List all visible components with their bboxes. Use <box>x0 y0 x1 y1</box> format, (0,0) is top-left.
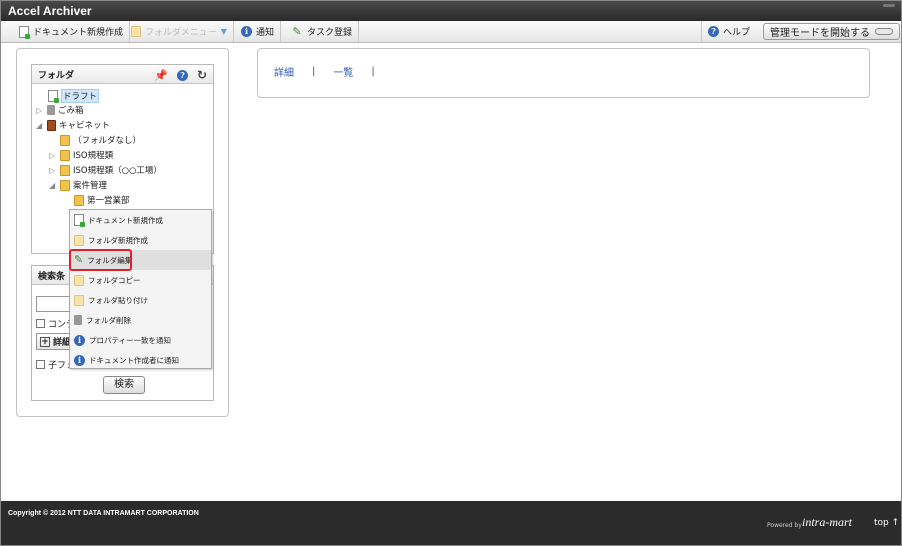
folder-context-menu: ドキュメント新規作成 フォルダ新規作成 ✎ フォルダ編集 フォルダコピー フォル… <box>69 209 212 369</box>
window-handle-icon[interactable] <box>883 4 895 7</box>
expand-arrow-icon[interactable]: ▷ <box>36 106 44 115</box>
info-icon: i <box>74 354 85 366</box>
pencil-icon: ✎ <box>292 24 302 38</box>
menu-item-copy-folder[interactable]: フォルダコピー <box>70 270 211 290</box>
pin-icon[interactable]: 📌 <box>154 69 168 82</box>
help-button[interactable]: ? ヘルプ <box>701 21 756 42</box>
folder-icon <box>60 149 70 161</box>
pencil-icon: ✎ <box>74 253 84 266</box>
back-to-top-link[interactable]: top ↑ <box>874 518 899 528</box>
collapse-arrow-icon[interactable]: ◢ <box>49 181 57 190</box>
menu-item-delete-folder[interactable]: フォルダ削除 <box>70 310 211 330</box>
chevron-down-icon: ▼ <box>220 27 227 36</box>
new-document-icon <box>19 25 30 39</box>
tree-node-iso[interactable]: ▷ ISO規程類 <box>49 149 113 161</box>
app-title: Accel Archiver <box>8 4 92 18</box>
admin-mode-button[interactable]: 管理モードを開始する <box>763 23 900 40</box>
menu-item-new-folder[interactable]: フォルダ新規作成 <box>70 230 211 250</box>
trash-icon <box>47 105 55 115</box>
tree-node-case-management[interactable]: ◢ 案件管理 <box>49 179 107 191</box>
refresh-icon[interactable]: ↻ <box>197 68 207 82</box>
view-separator: | <box>312 66 316 77</box>
folder-menu-button[interactable]: フォルダメニュー ▼ <box>125 21 234 42</box>
trash-icon <box>74 315 82 325</box>
info-icon: i <box>74 334 85 346</box>
cabinet-icon <box>47 119 56 131</box>
content-checkbox[interactable] <box>36 319 45 328</box>
list-view-link[interactable]: 一覧 <box>333 64 353 79</box>
view-switcher: 詳細 | 一覧 | <box>274 64 393 79</box>
folder-copy-icon <box>74 274 84 286</box>
tree-node-cabinet[interactable]: ◢ キャビネット <box>36 119 110 131</box>
task-register-button[interactable]: ✎ タスク登録 <box>285 21 360 42</box>
new-document-button[interactable]: ドキュメント新規作成 <box>13 21 131 42</box>
tree-node-sales-dept-1[interactable]: 第一営業部 <box>74 194 130 206</box>
tree-node-trash[interactable]: ▷ ごみ箱 <box>36 104 84 116</box>
folder-icon <box>60 179 70 191</box>
help-icon[interactable]: ? <box>176 69 188 81</box>
copyright-text: Copyright © 2012 NTT DATA INTRAMART CORP… <box>8 510 199 517</box>
powered-by-text: Powered by <box>767 522 802 529</box>
detail-view-link[interactable]: 詳細 <box>274 64 294 79</box>
collapse-arrow-icon[interactable]: ◢ <box>36 121 44 130</box>
brand-logo: intra-mart <box>802 515 853 529</box>
plus-icon: + <box>40 336 50 347</box>
menu-item-notify-property-match[interactable]: i プロパティー一致を通知 <box>70 330 211 350</box>
menu-item-paste-folder[interactable]: フォルダ貼り付け <box>70 290 211 310</box>
tree-node-iso-factory[interactable]: ▷ ISO規程類（○○工場） <box>49 164 162 176</box>
new-folder-icon <box>74 234 84 246</box>
child-folder-checkbox[interactable] <box>36 360 45 369</box>
toggle-icon <box>875 28 893 35</box>
folder-icon <box>74 194 84 206</box>
notice-button[interactable]: i 通知 <box>235 21 282 42</box>
help-icon: ? <box>708 26 719 37</box>
document-icon <box>48 90 59 103</box>
expand-arrow-icon[interactable]: ▷ <box>49 166 57 175</box>
tree-node-no-folder[interactable]: （フォルダなし） <box>60 134 141 146</box>
main-panel: 詳細 | 一覧 | <box>257 48 870 98</box>
toolbar: ドキュメント新規作成 フォルダメニュー ▼ i 通知 ✎ タスク登録 ? ヘルプ… <box>1 21 901 43</box>
folder-panel-header: フォルダ 📌 ? ↻ <box>32 65 213 84</box>
folder-panel-title: フォルダ <box>38 70 75 81</box>
folder-icon <box>131 26 141 37</box>
folder-paste-icon <box>74 294 84 306</box>
folder-icon <box>60 164 70 176</box>
folder-icon <box>60 134 70 146</box>
view-separator: | <box>371 66 375 77</box>
footer: Copyright © 2012 NTT DATA INTRAMART CORP… <box>1 501 901 545</box>
new-document-icon <box>74 214 85 227</box>
menu-item-notify-author[interactable]: i ドキュメント作成者に通知 <box>70 350 211 370</box>
menu-item-edit-folder[interactable]: ✎ フォルダ編集 <box>69 249 132 271</box>
expand-arrow-icon[interactable]: ▷ <box>49 151 57 160</box>
menu-item-new-document[interactable]: ドキュメント新規作成 <box>70 210 211 230</box>
title-bar: Accel Archiver <box>1 1 901 21</box>
tree-node-draft[interactable]: ドラフト <box>48 89 100 103</box>
search-button[interactable]: 検索 <box>103 376 145 394</box>
info-icon: i <box>241 26 252 37</box>
